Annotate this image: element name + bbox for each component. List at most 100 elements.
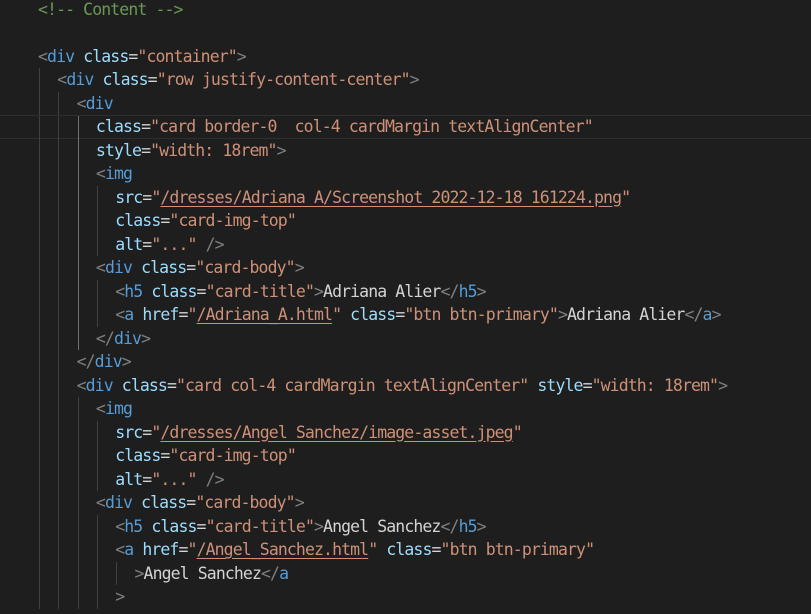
indent-guide [58,232,60,256]
code-line[interactable]: alt="..." /> [0,232,811,256]
code-line[interactable]: <!-- Content --> [0,0,811,21]
code-line[interactable]: <div class="card-body"> [0,491,811,515]
code-line[interactable]: <div class="container"> [0,45,811,69]
code-token: < [115,281,125,301]
code-token: > [121,352,132,371]
code-token: > [711,305,722,324]
code-token: div [104,493,133,512]
code-token: = [147,70,158,89]
code-line[interactable]: </div> [0,326,811,350]
code-token: > [236,46,247,66]
code-token: < [115,516,125,536]
code-token: > [276,140,287,160]
code-token: > [294,258,305,277]
indent-guide [77,303,79,327]
code-token: > [476,281,487,301]
code-token: img [104,164,133,183]
code-line[interactable]: > [0,585,811,609]
code-token: div [85,375,114,395]
code-line-content: class="card-img-top" [115,444,297,468]
code-token: = [141,117,151,136]
code-line-content: <div class="row justify-content-center"> [57,68,419,92]
code-line[interactable]: <div [0,91,811,115]
indent-guide [96,585,98,609]
code-line-content: src= "/dresses/Angel Sanchez/image-asset.… [115,421,522,445]
code-line[interactable]: <div class="row justify-content-center"> [0,68,811,92]
code-token: < [95,258,106,277]
code-line[interactable]: <img [0,162,811,186]
indent-guide [58,585,60,609]
code-token: alt [115,469,143,489]
code-line[interactable]: class="card-img-top" [0,444,811,468]
code-token: /dresses/Angel Sanchez/image-asset.jpeg [160,422,513,442]
indent-guide [39,373,40,397]
indent-guide [39,491,40,515]
code-token: class [102,70,149,89]
indent-guide [77,420,79,444]
code-line-content: <a href="/Adriana_A.html" class="btn btn… [115,303,722,327]
indent-guide [77,397,79,421]
code-token: div [94,352,123,371]
code-token: img [104,399,133,418]
indent-guide [39,91,40,115]
indent-guide [77,444,79,468]
code-token: class [151,516,197,536]
indent-guide [58,162,60,186]
indent-guide [58,467,60,491]
code-line[interactable]: class="card-img-top" [0,209,811,233]
indent-guide [58,138,60,162]
indent-guide [39,538,40,562]
code-line-content: <div class="container"> [38,45,247,69]
code-line[interactable]: src= "/dresses/Angel Sanchez/image-asset.… [0,420,811,445]
code-line-content: <h5 class="card-title">Angel Sanchez</h5… [115,515,486,539]
indent-guide [58,561,60,585]
code-line[interactable]: style="width: 18rem"> [0,138,811,162]
code-line[interactable]: </div> [0,350,811,374]
code-token: "container" [137,46,237,66]
code-token: = [186,258,196,277]
code-line[interactable]: <img [0,397,811,421]
code-line-content: <img [95,397,133,421]
code-token: "..." [151,234,197,254]
code-token: < [95,399,106,418]
code-line[interactable]: <div class="card-body"> [0,256,811,280]
indent-guide [77,185,79,209]
indent-guide [39,326,40,350]
indent-guide [77,491,79,515]
code-token: div [104,258,133,277]
indent-guide [39,420,40,444]
code-line[interactable]: <a href="/Adriana_A.html" class="btn btn… [0,303,811,327]
code-token: = [142,422,152,442]
code-token: > [476,516,487,536]
code-token: = [196,281,207,301]
code-token: class [121,375,168,395]
indent-guide [77,279,79,303]
indent-guide [77,232,79,256]
indent-guide [39,209,40,233]
code-line[interactable] [0,21,811,45]
code-line[interactable]: <div class="card col-4 cardMargin textAl… [0,373,811,397]
code-line[interactable]: src= "/dresses/Adriana A/Screenshot 2022-… [0,185,811,209]
code-token: " [187,305,198,324]
code-token: /Adriana_A.html [196,305,333,324]
code-line[interactable]: >Angel Sanchez</a [0,561,811,585]
code-token: "card-body" [195,493,295,512]
code-line[interactable]: <h5 class="card-title">Angel Sanchez</h5… [0,514,811,539]
code-token: Adriana Alier [567,305,685,324]
code-line[interactable]: alt="..." /> [0,467,811,491]
code-editor[interactable]: <!-- Content --> <div class="container"> <… [0,0,811,614]
code-token: div [66,70,94,89]
code-token: alt [115,234,143,254]
indent-guide [96,209,98,233]
code-token: </ [440,281,459,301]
code-line[interactable]: <a href="/Angel_Sanchez.html" class="btn… [0,538,811,562]
code-line-content: <!-- Content --> [38,0,183,21]
code-token: < [115,540,125,559]
code-line[interactable]: class="card border-0 col-4 cardMargin te… [0,115,811,140]
indent-guide [39,162,40,186]
code-token: "..." [151,469,197,489]
code-line[interactable]: <h5 class="card-title">Adriana Alier</h5… [0,279,811,303]
